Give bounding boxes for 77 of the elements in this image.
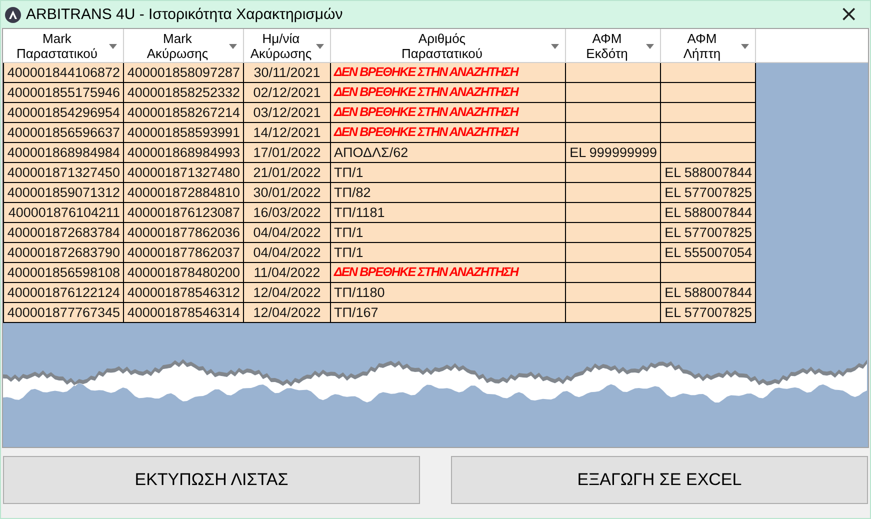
logo-icon — [5, 6, 21, 22]
table-cell: ΤΠ/1 — [331, 223, 566, 243]
table-cell: 30/01/2022 — [244, 183, 331, 203]
table-cell: 400001868984993 — [124, 143, 244, 163]
table-cell: 400001858267214 — [124, 103, 244, 123]
table-cell: 14/12/2021 — [244, 123, 331, 143]
table-cell: 400001877862036 — [124, 223, 244, 243]
table-cell: 400001878480200 — [124, 263, 244, 283]
table-cell: EL 577007825 — [661, 303, 756, 323]
table-cell: 400001871327480 — [124, 163, 244, 183]
table-cell: 400001878546312 — [124, 283, 244, 303]
table-cell: 11/04/2022 — [244, 263, 331, 283]
sort-arrow-icon[interactable] — [229, 44, 237, 49]
sort-arrow-icon[interactable] — [646, 44, 654, 49]
table-cell: EL 999999999 — [566, 143, 661, 163]
table-cell: 400001858097287 — [124, 63, 244, 83]
table-cell: ΤΠ/1180 — [331, 283, 566, 303]
table-cell: 400001854296954 — [3, 103, 124, 123]
table-cell: ΔΕΝ ΒΡΕΘΗΚΕ ΣΤΗΝ ΑΝΑΖΗΤΗΣΗ — [331, 123, 566, 143]
table-cell: ΤΠ/1 — [331, 243, 566, 263]
window-title: ARBITRANS 4U - Ιστορικότητα Χαρακτηρισμών — [26, 6, 344, 23]
table-cell: 400001855175946 — [3, 83, 124, 103]
table-cell: ΔΕΝ ΒΡΕΘΗΚΕ ΣΤΗΝ ΑΝΑΖΗΤΗΣΗ — [331, 83, 566, 103]
export-button[interactable]: ΕΞΑΓΩΓΗ ΣΕ EXCEL — [451, 456, 868, 504]
table-cell: 16/03/2022 — [244, 203, 331, 223]
sort-arrow-icon[interactable] — [109, 44, 117, 49]
table-cell: 04/04/2022 — [244, 223, 331, 243]
table-cell: 400001871327450 — [3, 163, 124, 183]
table-cell: ΤΠ/167 — [331, 303, 566, 323]
sort-arrow-icon[interactable] — [551, 44, 559, 49]
table-cell: 400001856596637 — [3, 123, 124, 143]
column-header[interactable]: Αριθμός Παραστατικού — [331, 29, 566, 63]
table-cell: 400001858252332 — [124, 83, 244, 103]
table-cell: ΤΠ/1181 — [331, 203, 566, 223]
table-cell: ΔΕΝ ΒΡΕΘΗΚΕ ΣΤΗΝ ΑΝΑΖΗΤΗΣΗ — [331, 63, 566, 83]
column-header[interactable]: Mark Ακύρωσης — [124, 29, 244, 63]
sort-arrow-icon[interactable] — [316, 44, 324, 49]
close-button[interactable]: × — [834, 4, 864, 24]
table-cell: ΔΕΝ ΒΡΕΘΗΚΕ ΣΤΗΝ ΑΝΑΖΗΤΗΣΗ — [331, 103, 566, 123]
column-header[interactable]: ΑΦΜ Εκδότη — [566, 29, 661, 63]
table-cell: EL 577007825 — [661, 223, 756, 243]
table-cell: 17/01/2022 — [244, 143, 331, 163]
table-cell: 04/04/2022 — [244, 243, 331, 263]
table-cell: 400001859071312 — [3, 183, 124, 203]
table-cell: 02/12/2021 — [244, 83, 331, 103]
table-cell: 400001872683784 — [3, 223, 124, 243]
table-cell: ΑΠΟΔΛΣ/62 — [331, 143, 566, 163]
table-cell: 400001878546314 — [124, 303, 244, 323]
table-cell: ΔΕΝ ΒΡΕΘΗΚΕ ΣΤΗΝ ΑΝΑΖΗΤΗΣΗ — [331, 263, 566, 283]
print-button[interactable]: ΕΚΤΥΠΩΣΗ ΛΙΣΤΑΣ — [3, 456, 420, 504]
table-cell: EL 588007844 — [661, 163, 756, 183]
table-cell: 400001844106872 — [3, 63, 124, 83]
table-cell: 03/12/2021 — [244, 103, 331, 123]
column-header[interactable]: ΑΦΜ Λήπτη — [661, 29, 756, 63]
table-cell: 400001872683790 — [3, 243, 124, 263]
column-header[interactable]: Mark Παραστατικού — [3, 29, 124, 63]
table-cell: 400001856598108 — [3, 263, 124, 283]
table-cell: 400001877767345 — [3, 303, 124, 323]
table-cell: 400001872884810 — [124, 183, 244, 203]
table-cell: 30/11/2021 — [244, 63, 331, 83]
table-cell: 400001858593991 — [124, 123, 244, 143]
sort-arrow-icon[interactable] — [741, 44, 749, 49]
table-cell: 12/04/2022 — [244, 303, 331, 323]
table-cell: 21/01/2022 — [244, 163, 331, 183]
table-cell: 400001876104211 — [3, 203, 124, 223]
table-cell: EL 588007844 — [661, 203, 756, 223]
table-cell: EL 588007844 — [661, 283, 756, 303]
table-cell: 400001876123087 — [124, 203, 244, 223]
column-header[interactable]: Ημ/νία Ακύρωσης — [244, 29, 331, 63]
table-cell: EL 555007054 — [661, 243, 756, 263]
table-cell: 12/04/2022 — [244, 283, 331, 303]
table-cell: 400001876122124 — [3, 283, 124, 303]
table-cell: 400001877862037 — [124, 243, 244, 263]
table-cell: ΤΠ/82 — [331, 183, 566, 203]
table-cell: ΤΠ/1 — [331, 163, 566, 183]
table-cell: EL 577007825 — [661, 183, 756, 203]
table-cell: 400001868984984 — [3, 143, 124, 163]
